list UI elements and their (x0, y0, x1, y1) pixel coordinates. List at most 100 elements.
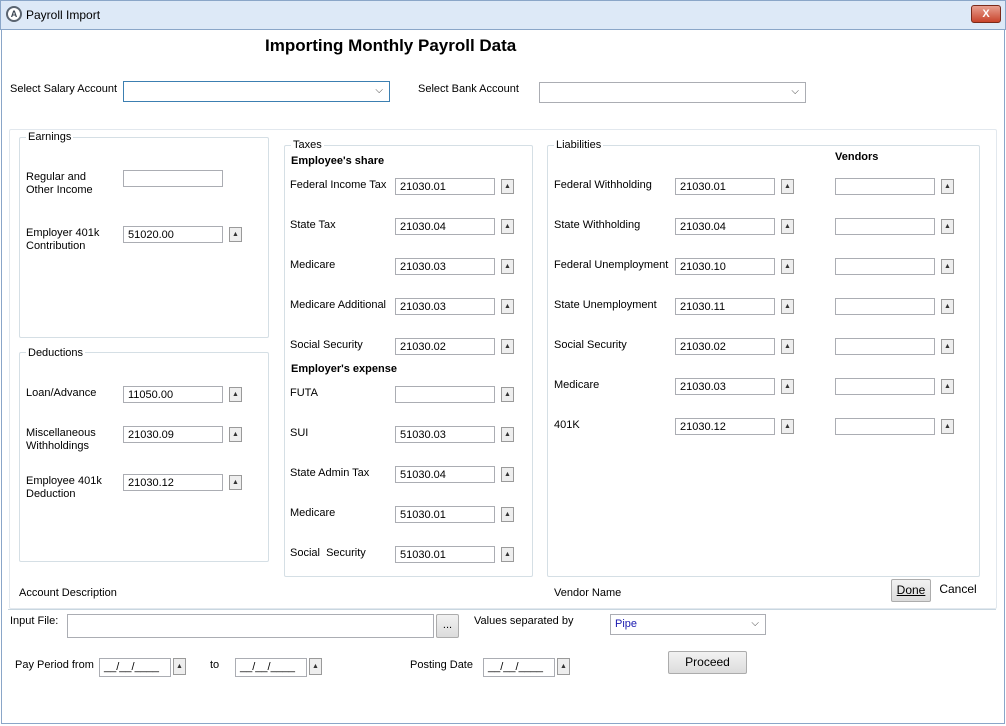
regular-income-field[interactable] (123, 170, 223, 187)
liability-medicare-field[interactable] (675, 378, 775, 395)
liability-social-security-field[interactable] (675, 338, 775, 355)
separator-value: Pipe (615, 618, 638, 630)
up-arrow-icon[interactable]: ▲ (941, 179, 954, 194)
up-arrow-icon[interactable]: ▲ (781, 419, 794, 434)
employee-401k-field[interactable] (123, 474, 223, 491)
up-arrow-icon[interactable]: ▲ (173, 658, 186, 675)
up-arrow-icon[interactable]: ▲ (941, 339, 954, 354)
done-button[interactable]: Done (891, 579, 931, 602)
input-file-label: Input File: (10, 615, 59, 627)
state-unemployment-field[interactable] (675, 298, 775, 315)
sui-field[interactable] (395, 426, 495, 443)
employer-medicare-field[interactable] (395, 506, 495, 523)
up-arrow-icon[interactable]: ▲ (501, 467, 514, 482)
proceed-button[interactable]: Proceed (668, 651, 747, 674)
browse-button[interactable]: ... (436, 614, 459, 638)
pay-period-from-field[interactable]: __/__/____ (99, 658, 171, 677)
vendors-heading: Vendors (835, 151, 879, 163)
vendor-field[interactable] (835, 218, 935, 235)
proceed-label: Proceed (685, 655, 730, 669)
up-arrow-icon[interactable]: ▲ (941, 259, 954, 274)
social-security-field[interactable] (395, 338, 495, 355)
up-arrow-icon[interactable]: ▲ (501, 507, 514, 522)
tax-row-label: Social Security (290, 547, 366, 559)
pay-period-from-label: Pay Period from (15, 659, 94, 671)
chevron-down-icon: ⌵ (751, 618, 759, 629)
state-withholding-field[interactable] (675, 218, 775, 235)
loan-advance-field[interactable] (123, 386, 223, 403)
up-arrow-icon[interactable]: ▲ (781, 299, 794, 314)
liability-row-label: State Unemployment (554, 299, 657, 311)
up-arrow-icon[interactable]: ▲ (501, 547, 514, 562)
medicare-field[interactable] (395, 258, 495, 275)
federal-unemployment-field[interactable] (675, 258, 775, 275)
up-arrow-icon[interactable]: ▲ (229, 475, 242, 490)
vendor-field[interactable] (835, 338, 935, 355)
vendor-field[interactable] (835, 258, 935, 275)
up-arrow-icon[interactable]: ▲ (309, 658, 322, 675)
up-arrow-icon[interactable]: ▲ (781, 219, 794, 234)
divider (8, 609, 996, 610)
up-arrow-icon[interactable]: ▲ (229, 427, 242, 442)
pay-period-to-label: to (210, 659, 220, 671)
misc-withholdings-field[interactable] (123, 426, 223, 443)
employee-401k-label-1: Employee 401k (26, 475, 102, 487)
vendor-field[interactable] (835, 378, 935, 395)
separator-label: Values separated by (474, 615, 574, 627)
page-title: Importing Monthly Payroll Data (265, 36, 517, 55)
regular-income-label-2: Other Income (26, 184, 93, 196)
liability-row-label: Federal Withholding (554, 179, 652, 191)
federal-withholding-field[interactable] (675, 178, 775, 195)
employer-social-security-field[interactable] (395, 546, 495, 563)
federal-income-tax-field[interactable] (395, 178, 495, 195)
up-arrow-icon[interactable]: ▲ (557, 658, 570, 675)
vendor-field[interactable] (835, 418, 935, 435)
state-tax-field[interactable] (395, 218, 495, 235)
tax-row-label: State Tax (290, 219, 336, 231)
futa-field[interactable] (395, 386, 495, 403)
up-arrow-icon[interactable]: ▲ (501, 427, 514, 442)
employer-401k-label-2: Contribution (26, 240, 86, 252)
up-arrow-icon[interactable]: ▲ (501, 387, 514, 402)
up-arrow-icon[interactable]: ▲ (501, 299, 514, 314)
deductions-title: Deductions (26, 347, 86, 359)
liability-row-label: Medicare (554, 379, 600, 391)
state-admin-tax-field[interactable] (395, 466, 495, 483)
separator-select[interactable]: Pipe ⌵ (610, 614, 766, 635)
up-arrow-icon[interactable]: ▲ (781, 179, 794, 194)
up-arrow-icon[interactable]: ▲ (781, 259, 794, 274)
salary-account-select[interactable]: ⌵ (123, 81, 390, 102)
window-title: Payroll Import (26, 8, 101, 22)
app-logo-icon: A (6, 6, 22, 22)
regular-income-label-1: Regular and (26, 171, 86, 183)
medicare-additional-field[interactable] (395, 298, 495, 315)
cancel-button[interactable]: Cancel (935, 579, 981, 602)
loan-advance-label: Loan/Advance (26, 387, 97, 399)
up-arrow-icon[interactable]: ▲ (501, 339, 514, 354)
vendor-field[interactable] (835, 178, 935, 195)
up-arrow-icon[interactable]: ▲ (229, 387, 242, 402)
up-arrow-icon[interactable]: ▲ (501, 219, 514, 234)
up-arrow-icon[interactable]: ▲ (229, 227, 242, 242)
employer-401k-field[interactable] (123, 226, 223, 243)
up-arrow-icon[interactable]: ▲ (941, 419, 954, 434)
input-file-field[interactable] (67, 614, 434, 638)
bank-account-select[interactable]: ⌵ (539, 82, 806, 103)
account-description-label: Account Description (19, 587, 117, 599)
deductions-group (19, 352, 269, 562)
liability-401k-field[interactable] (675, 418, 775, 435)
posting-date-field[interactable]: __/__/____ (483, 658, 555, 677)
pay-period-to-field[interactable]: __/__/____ (235, 658, 307, 677)
up-arrow-icon[interactable]: ▲ (941, 379, 954, 394)
chevron-down-icon: ⌵ (375, 85, 383, 96)
up-arrow-icon[interactable]: ▲ (941, 219, 954, 234)
up-arrow-icon[interactable]: ▲ (781, 379, 794, 394)
close-button[interactable]: X (971, 5, 1001, 23)
up-arrow-icon[interactable]: ▲ (941, 299, 954, 314)
vendor-field[interactable] (835, 298, 935, 315)
up-arrow-icon[interactable]: ▲ (781, 339, 794, 354)
tax-row-label: Social Security (290, 339, 363, 351)
up-arrow-icon[interactable]: ▲ (501, 259, 514, 274)
employer-401k-label-1: Employer 401k (26, 227, 100, 239)
up-arrow-icon[interactable]: ▲ (501, 179, 514, 194)
